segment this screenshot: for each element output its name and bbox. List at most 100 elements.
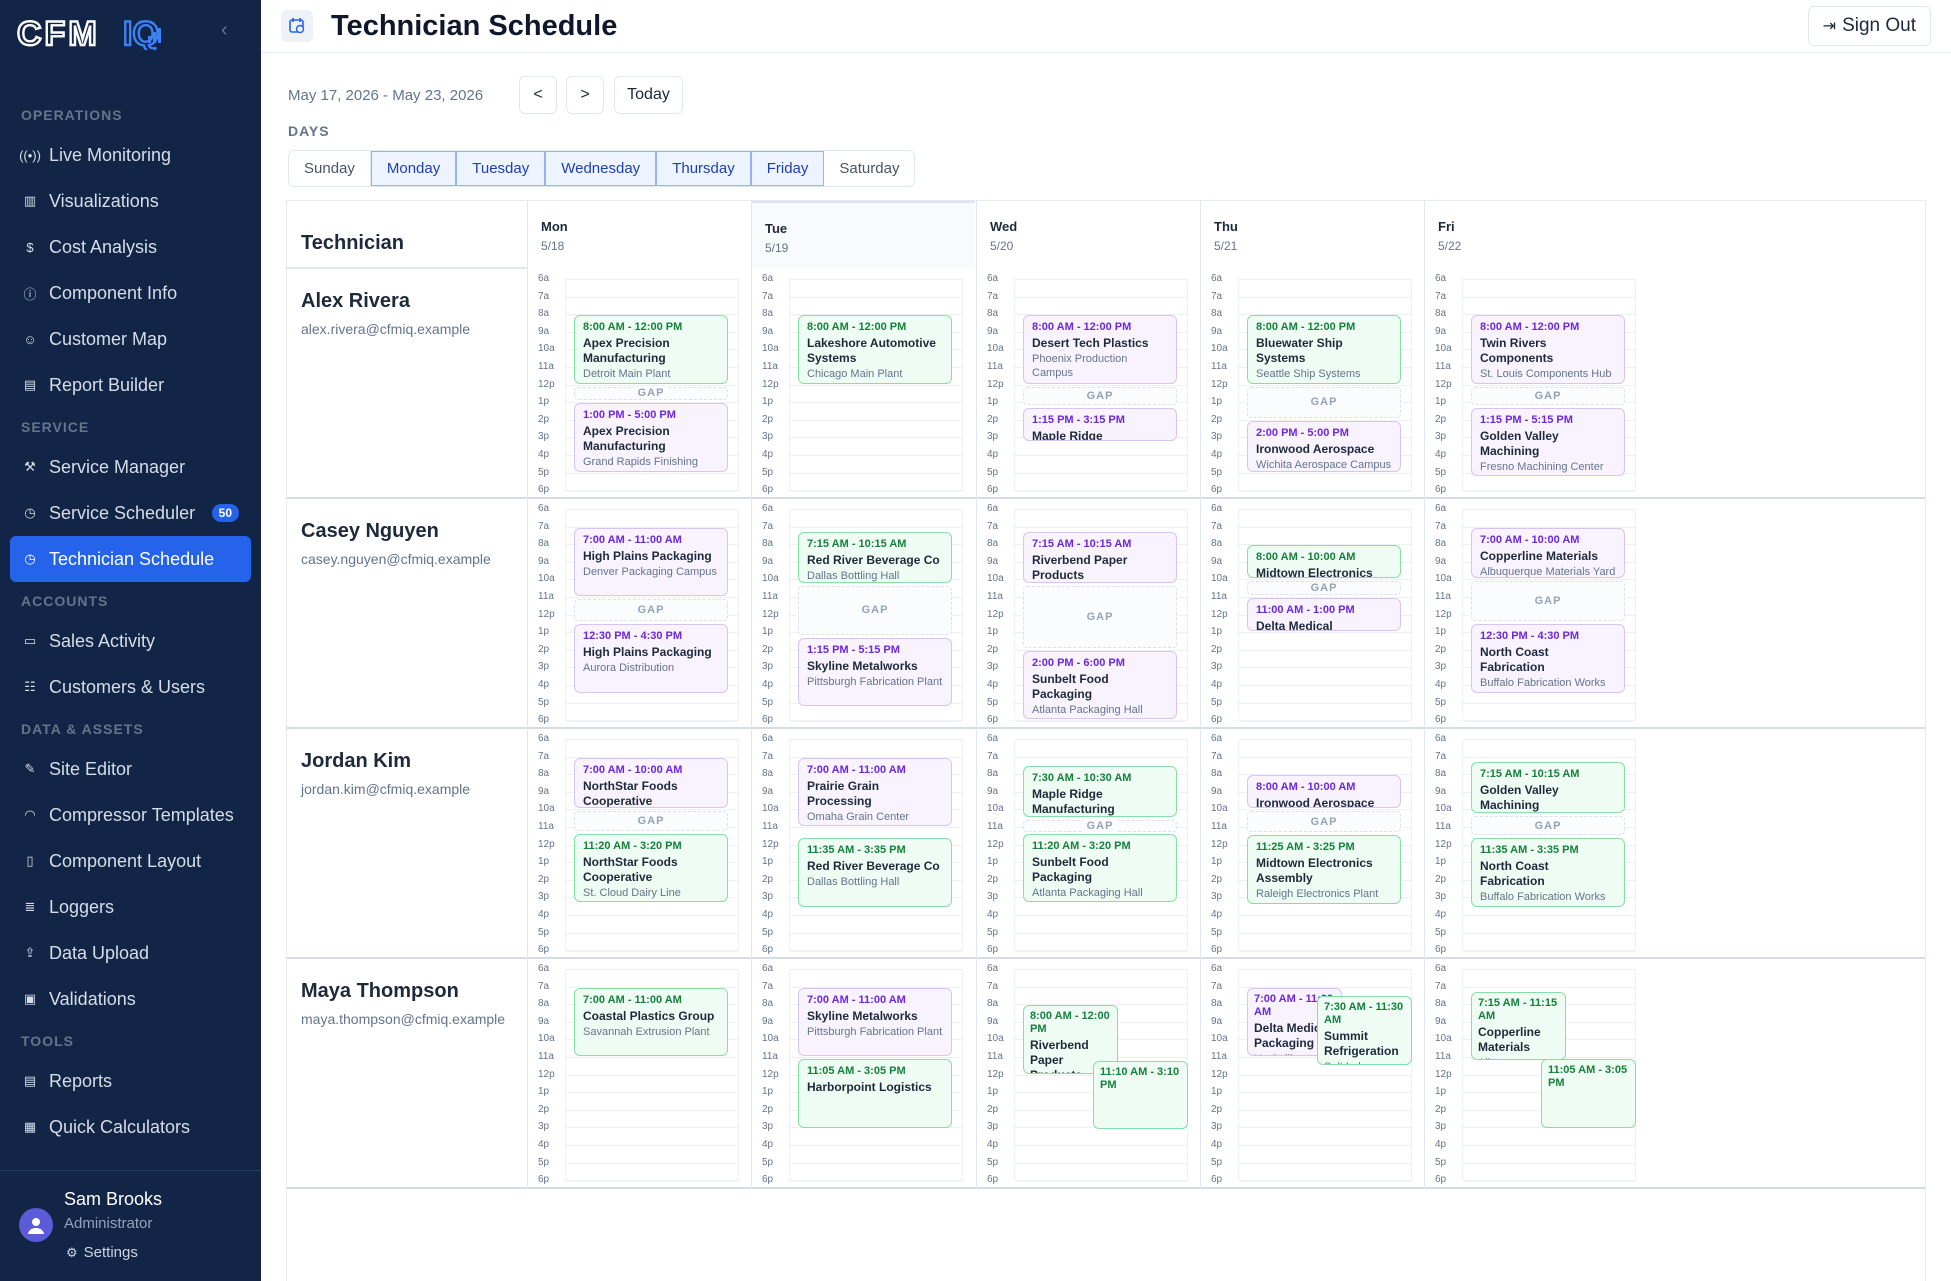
appointment-block[interactable]: 11:00 AM - 1:00 PM Delta Medical Packagin…	[1247, 598, 1401, 632]
appointment-block[interactable]: 8:00 AM - 12:00 PM Twin Rivers Components…	[1471, 315, 1625, 384]
appointment-block[interactable]: 1:15 PM - 5:15 PM Skyline Metalworks Pitts…	[798, 637, 952, 706]
sidebar-item-report-builder[interactable]: ▤ Report Builder	[10, 362, 251, 408]
sign-out-button[interactable]: ⇥ Sign Out	[1807, 6, 1931, 46]
appointment-block[interactable]: 11:35 AM - 3:35 PM North Coast Fabricatio…	[1471, 838, 1625, 907]
appointment-block[interactable]: 2:00 PM - 5:00 PM Ironwood Aerospace Wichi…	[1247, 420, 1401, 472]
sidebar-item-component-info[interactable]: ⓘ Component Info	[10, 270, 251, 316]
hour-label: 2p	[987, 1103, 999, 1115]
sidebar-item-technician-schedule[interactable]: ◷ Technician Schedule	[10, 536, 251, 582]
hour-label: 7a	[538, 290, 550, 302]
today-button[interactable]: Today	[614, 76, 683, 114]
hour-label: 7a	[987, 750, 999, 762]
hour-line	[565, 809, 739, 811]
appointment-block[interactable]: 11:05 AM - 3:05 PM	[1541, 1059, 1636, 1128]
appointment-customer: Maple Ridge Manufacturing	[1032, 428, 1103, 441]
sidebar-item-loggers[interactable]: ≣ Loggers	[10, 884, 251, 930]
day-column-header-wed: Wed 5/20	[976, 201, 1200, 269]
sidebar-item-customers-users[interactable]: ☷ Customers & Users	[10, 664, 251, 710]
day-toggle-saturday[interactable]: Saturday	[824, 151, 915, 186]
sidebar-item-customer-map[interactable]: ☺ Customer Map	[10, 316, 251, 362]
day-toggle-wednesday[interactable]: Wednesday	[545, 151, 657, 186]
day-toggle-tuesday[interactable]: Tuesday	[456, 151, 546, 186]
appointment-block[interactable]: 8:00 AM - 12:00 PM Desert Tech Plastics Ph…	[1023, 315, 1177, 384]
appointment-block[interactable]: 7:00 AM - 11:00 AM Prairie Grain Processi…	[798, 757, 952, 826]
sidebar-item-reports[interactable]: ▤ Reports	[10, 1058, 251, 1104]
sidebar-item-service-scheduler[interactable]: ◷ Service Scheduler 50	[10, 490, 251, 536]
next-week-button[interactable]: >	[566, 76, 604, 114]
hour-label: 6p	[987, 714, 999, 726]
sidebar-item-service-manager[interactable]: ⚒ Service Manager	[10, 444, 251, 490]
hour-label: 7a	[762, 290, 774, 302]
appointment-block[interactable]: 12:30 PM - 4:30 PM North Coast Fabricatio…	[1471, 624, 1625, 693]
appointment-block[interactable]: 11:20 AM - 3:20 PM NorthStar Foods Cooper…	[574, 833, 728, 903]
sidebar-item-cost-analysis[interactable]: $ Cost Analysis	[10, 224, 251, 270]
appointment-block[interactable]: 2:00 PM - 6:00 PM Sunbelt Food Packaging A…	[1023, 650, 1177, 720]
sidebar-item-visualizations[interactable]: ▥ Visualizations	[10, 178, 251, 224]
appointment-block[interactable]: 11:10 AM - 3:10 PM	[1093, 1060, 1188, 1130]
appointment-block[interactable]: 8:00 AM - 12:00 PM Apex Precision Manufac…	[574, 315, 728, 384]
gap-label: GAP	[1306, 582, 1342, 595]
sidebar-item-quick-calculators[interactable]: ▦ Quick Calculators	[10, 1104, 251, 1150]
appointment-block[interactable]: 8:00 AM - 10:00 AM Ironwood Aerospace	[1247, 775, 1401, 809]
appointment-customer: NorthStar Foods Cooperative	[583, 778, 678, 808]
sidebar-item-live-monitoring[interactable]: ((•)) Live Monitoring	[10, 132, 251, 178]
appointment-block[interactable]: 11:35 AM - 3:35 PM Red River Beverage Co D…	[798, 838, 952, 907]
appointment-block[interactable]: 1:15 PM - 5:15 PM Golden Valley Machining…	[1471, 407, 1625, 476]
sidebar-item-component-layout[interactable]: ▯ Component Layout	[10, 838, 251, 884]
appointment-block[interactable]: 11:05 AM - 3:05 PM Harborpoint Logistics	[798, 1059, 952, 1128]
gap-label: GAP	[633, 604, 669, 617]
appointment-block[interactable]: 7:15 AM - 10:15 AM Golden Valley Machinin…	[1471, 762, 1625, 813]
appointment-time: 1:15 PM - 5:15 PM	[807, 643, 900, 656]
page-title: Technician Schedule	[331, 10, 618, 42]
hour-label: 12p	[1211, 608, 1228, 620]
sidebar-item-validations[interactable]: ▣ Validations	[10, 976, 251, 1022]
cfm-iq-logo[interactable]: CFM IQ	[17, 13, 177, 53]
appointment-block[interactable]: 7:30 AM - 10:30 AM Maple Ridge Manufactur…	[1023, 766, 1177, 818]
hour-label: 2p	[762, 643, 774, 655]
appointment-block[interactable]: 8:00 AM - 12:00 PM Bluewater Ship Systems…	[1247, 315, 1401, 384]
day-toggle-monday[interactable]: Monday	[370, 151, 457, 186]
appointment-block[interactable]: 11:25 AM - 3:25 PM Midtown Electronics As…	[1247, 835, 1401, 904]
hour-label: 1p	[538, 626, 550, 638]
appointment-block[interactable]: 7:00 AM - 10:00 AM Copperline Materials Al…	[1471, 527, 1625, 579]
appointment-block[interactable]: 7:30 AM - 11:30 AMSummit RefrigerationSa…	[1317, 996, 1412, 1065]
sidebar-item-compressor-templates[interactable]: ◠ Compressor Templates	[10, 792, 251, 838]
appointment-customer: Red River Beverage Co	[807, 859, 940, 874]
gap-marker: GAP	[574, 599, 728, 622]
appointment-block[interactable]: 8:00 AM - 12:00 PM Lakeshore Automotive S…	[798, 315, 952, 384]
sidebar-item-sales-activity[interactable]: ▭ Sales Activity	[10, 618, 251, 664]
appointment-block[interactable]: 7:15 AM - 10:15 AM Red River Beverage Co D…	[798, 532, 952, 583]
appointment-block[interactable]: 7:15 AM - 11:15 AMCopperline MaterialsAl…	[1471, 992, 1566, 1061]
appointment-block[interactable]: 11:20 AM - 3:20 PM Sunbelt Food Packaging…	[1023, 833, 1177, 903]
hour-line	[1014, 739, 1188, 740]
gap-marker: GAP	[574, 811, 728, 831]
appointment-block[interactable]: 7:00 AM - 11:00 AM High Plains Packaging D…	[574, 527, 728, 596]
prev-week-button[interactable]: <	[519, 76, 557, 114]
sidebar-item-site-editor[interactable]: ✎ Site Editor	[10, 746, 251, 792]
day-toggle-thursday[interactable]: Thursday	[656, 151, 751, 186]
appointment-block[interactable]: 7:15 AM - 10:15 AM Riverbend Paper Produc…	[1023, 532, 1177, 583]
hour-line	[565, 1162, 739, 1164]
collapse-sidebar-icon[interactable]: ‹	[221, 19, 228, 42]
appointment-block[interactable]: 7:00 AM - 11:00 AM Skyline Metalworks Pitt…	[798, 987, 952, 1056]
appointment-block[interactable]: 12:30 PM - 4:30 PM High Plains Packaging A…	[574, 624, 728, 693]
hour-label: 6a	[987, 733, 999, 744]
appointment-block[interactable]: 7:00 AM - 10:00 AM NorthStar Foods Cooper…	[574, 757, 728, 809]
technician-name: Maya Thompson	[301, 980, 459, 1002]
avatar[interactable]	[19, 1208, 53, 1242]
hour-label: 7a	[762, 520, 774, 532]
day-cell: 6a 7a 8a 9a 10a 11a 12p 1p 2p 3p 4p 5p 6p GAP 8:00 AM …	[1424, 269, 1648, 499]
appointment-block[interactable]: 1:15 PM - 3:15 PM Maple Ridge Manufacturi…	[1023, 407, 1177, 441]
appointment-customer: High Plains Packaging	[583, 645, 712, 660]
hour-line	[789, 279, 963, 280]
day-toggle-friday[interactable]: Friday	[750, 151, 825, 186]
settings-link[interactable]: ⚙ Settings	[66, 1244, 138, 1261]
appointment-block[interactable]: 1:00 PM - 5:00 PM Apex Precision Manufact…	[574, 403, 728, 472]
hour-line	[789, 509, 963, 510]
sidebar-item-data-upload[interactable]: ⇪ Data Upload	[10, 930, 251, 976]
appointment-block[interactable]: 7:00 AM - 11:00 AM Coastal Plastics Group…	[574, 987, 728, 1056]
day-cell: 6a 7a 8a 9a 10a 11a 12p 1p 2p 3p 4p 5p 6p 7:00 AM - 1…	[1200, 959, 1424, 1189]
hour-line	[789, 472, 963, 474]
appointment-block[interactable]: 8:00 AM - 10:00 AM Midtown Electronics As…	[1247, 545, 1401, 579]
day-toggle-sunday[interactable]: Sunday	[289, 151, 371, 186]
